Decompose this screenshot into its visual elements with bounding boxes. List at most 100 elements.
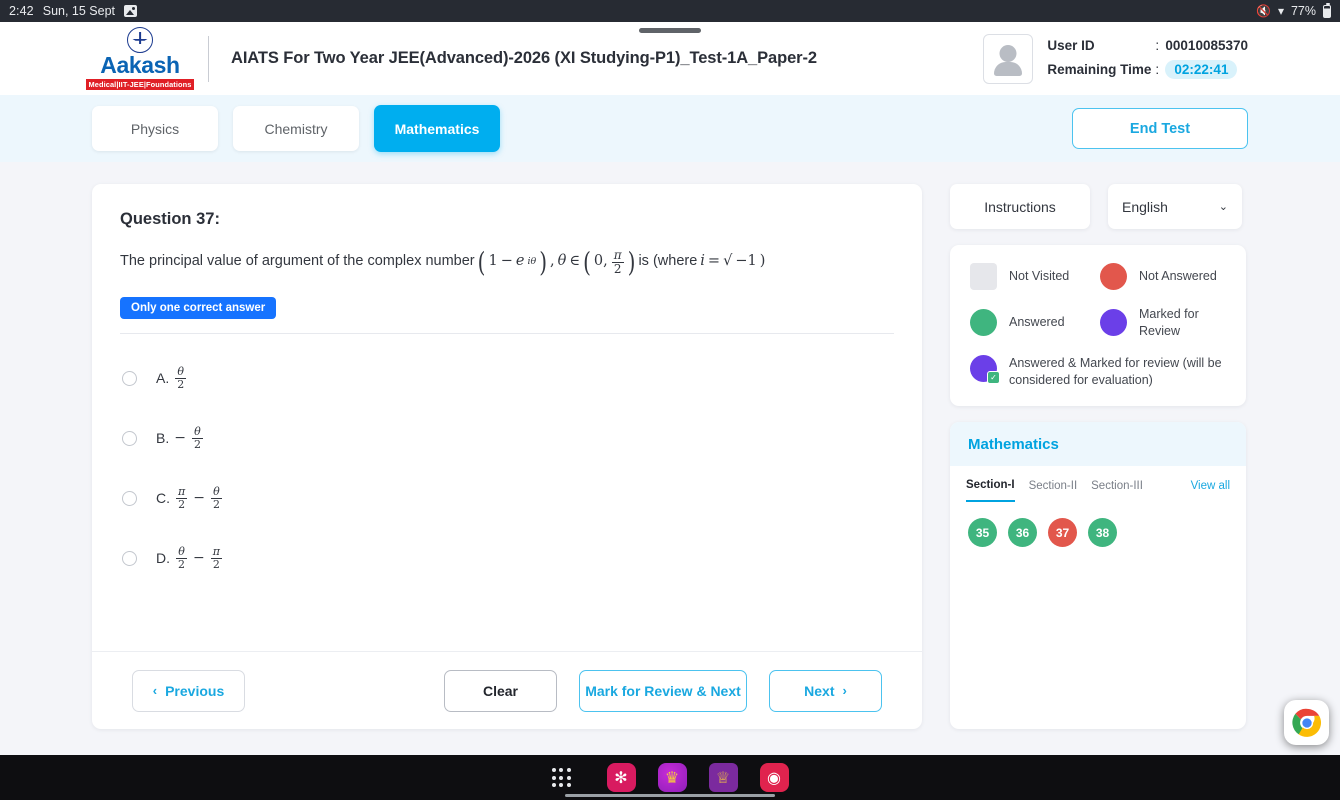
language-select[interactable]: English ⌄ [1108, 184, 1242, 229]
option-c-body: C. π 2 − θ 2 [156, 486, 223, 510]
option-b-radio[interactable] [122, 430, 137, 446]
home-indicator[interactable] [565, 794, 775, 797]
tab-chemistry-label: Chemistry [264, 120, 328, 137]
subject-tab-bar: Physics Chemistry Mathematics End Test [0, 95, 1340, 162]
legend-not-answered: Not Answered [1100, 263, 1230, 290]
question-chip-36[interactable]: 36 [1008, 518, 1037, 547]
option-d-fraction-1: θ 2 [176, 546, 187, 570]
previous-button[interactable]: ‹ Previous [132, 669, 245, 712]
next-button[interactable]: Next › [769, 669, 882, 712]
section-tabs: Section-I Section-II Section-III View al… [950, 466, 1246, 502]
os-taskbar: ✻ ♛ ♕ ◉ [0, 755, 1340, 800]
status-date: Sun, 15 Sept [42, 4, 116, 18]
option-b[interactable]: B. − θ 2 [120, 408, 894, 468]
option-d-denominator-1: 2 [176, 557, 187, 571]
expr-comma: , [550, 253, 555, 270]
option-b-denominator: 2 [191, 437, 203, 451]
option-c[interactable]: C. π 2 − θ 2 [120, 468, 894, 528]
view-all-link[interactable]: View all [1191, 480, 1230, 501]
question-content: Question 37: The principal value of argu… [92, 184, 922, 651]
expr-e: e [515, 253, 525, 270]
instructions-button[interactable]: Instructions [950, 184, 1090, 229]
option-c-letter: C. [156, 490, 170, 507]
battery-percent: 77% [1290, 4, 1316, 18]
question-chip-37[interactable]: 37 [1048, 518, 1077, 547]
option-a-numerator: θ [177, 365, 185, 379]
expr-one: 1 [488, 253, 498, 270]
option-a-denominator: 2 [175, 377, 187, 391]
mark-for-review-next-label: Mark for Review & Next [585, 682, 741, 699]
end-test-button[interactable]: End Test [1072, 108, 1248, 149]
wifi-icon: ▾ [1277, 4, 1284, 18]
range-upper-bound-fraction: π 2 [611, 249, 624, 276]
status-right: 🔇 ▾ 77% [1255, 2, 1331, 18]
camera-app-icon[interactable]: ◉ [759, 763, 789, 792]
answered-marked-swatch-icon: ✓ [970, 355, 1000, 384]
mark-for-review-next-button[interactable]: Mark for Review & Next [579, 669, 747, 712]
previous-chevron-icon: ‹ [152, 683, 158, 698]
violet-app-icon[interactable]: ♕ [708, 763, 738, 792]
question-chip-38[interactable]: 38 [1088, 518, 1117, 547]
option-c-fraction-2: θ 2 [210, 486, 222, 511]
option-b-letter: B. [156, 430, 170, 447]
option-d-denominator-2: 2 [210, 557, 222, 571]
mute-icon: 🔇 [1255, 4, 1271, 18]
chrome-icon[interactable] [1284, 700, 1329, 745]
option-c-radio[interactable] [122, 490, 137, 506]
tab-mathematics[interactable]: Mathematics [374, 105, 500, 152]
tab-physics-label: Physics [130, 120, 180, 137]
tab-mathematics-label: Mathematics [394, 120, 480, 137]
exam-app-window: Aakash Medical|IIT-JEE|Foundations AIATS… [0, 22, 1340, 755]
sqrt-radicand: −1 [735, 253, 757, 270]
marked-review-label: Marked for Review [1139, 307, 1199, 338]
next-chevron-icon: › [842, 683, 847, 698]
legend-answered: Answered [970, 306, 1100, 339]
user-id-label: User ID [1047, 38, 1095, 53]
check-badge-icon: ✓ [987, 371, 1000, 384]
option-b-sign: − [174, 430, 186, 447]
question-chip-35[interactable]: 35 [968, 518, 997, 547]
user-id-value: 00010085370 [1165, 38, 1248, 53]
user-detail-rows: User ID : 00010085370 Remaining Time : 0… [1047, 38, 1248, 79]
remaining-time-value: 02:22:41 [1165, 60, 1238, 79]
section-tab-2[interactable]: Section-II [1029, 480, 1078, 501]
option-a-radio[interactable] [122, 370, 137, 386]
question-divider [120, 333, 894, 335]
option-d-numerator-2: π [212, 545, 220, 559]
tab-physics[interactable]: Physics [92, 106, 218, 151]
expr-e-exponent: iθ [527, 255, 537, 267]
image-icon [124, 5, 138, 17]
previous-label: Previous [165, 682, 225, 699]
clear-button[interactable]: Clear [444, 669, 557, 712]
purple-app-icon[interactable]: ♛ [657, 763, 687, 792]
app-grid-icon[interactable] [551, 768, 571, 787]
remaining-time-colon: : [1155, 62, 1160, 77]
option-d-radio[interactable] [122, 550, 137, 566]
legend-row-1: Not Visited Not Answered [970, 263, 1230, 290]
next-label: Next [804, 682, 835, 699]
window-drag-handle[interactable] [639, 28, 701, 33]
range-two: 2 [611, 261, 624, 276]
aakash-logo: Aakash Medical|IIT-JEE|Foundations [85, 27, 195, 90]
clear-label: Clear [482, 682, 519, 699]
option-d[interactable]: D. θ 2 − π 2 [120, 528, 894, 588]
instructions-label: Instructions [984, 198, 1056, 215]
right-panel: Instructions English ⌄ Not Visited Not A… [950, 184, 1246, 729]
not-answered-label: Not Answered [1139, 269, 1217, 284]
option-b-fraction: θ 2 [191, 425, 203, 451]
section-tab-3[interactable]: Section-III [1091, 480, 1143, 501]
legend-row-3: ✓ Answered & Marked for review (will be … [970, 355, 1230, 388]
option-c-denominator-2: 2 [210, 497, 222, 511]
status-left: 2:42 Sun, 15 Sept [9, 4, 138, 18]
os-status-bar: 2:42 Sun, 15 Sept 🔇 ▾ 77% [0, 0, 1340, 22]
option-d-fraction-2: π 2 [210, 545, 222, 571]
question-stem: The principal value of argument of the c… [120, 245, 766, 279]
marked-review-swatch-icon [1100, 309, 1127, 336]
tab-chemistry[interactable]: Chemistry [233, 106, 359, 151]
option-b-numerator: θ [194, 425, 201, 439]
flower-app-icon[interactable]: ✻ [606, 763, 636, 792]
section-tab-1[interactable]: Section-I [966, 479, 1015, 502]
option-a[interactable]: A. θ 2 [120, 348, 894, 408]
question-stem-suffix: is (where [638, 253, 698, 270]
end-test-label: End Test [1129, 120, 1191, 137]
